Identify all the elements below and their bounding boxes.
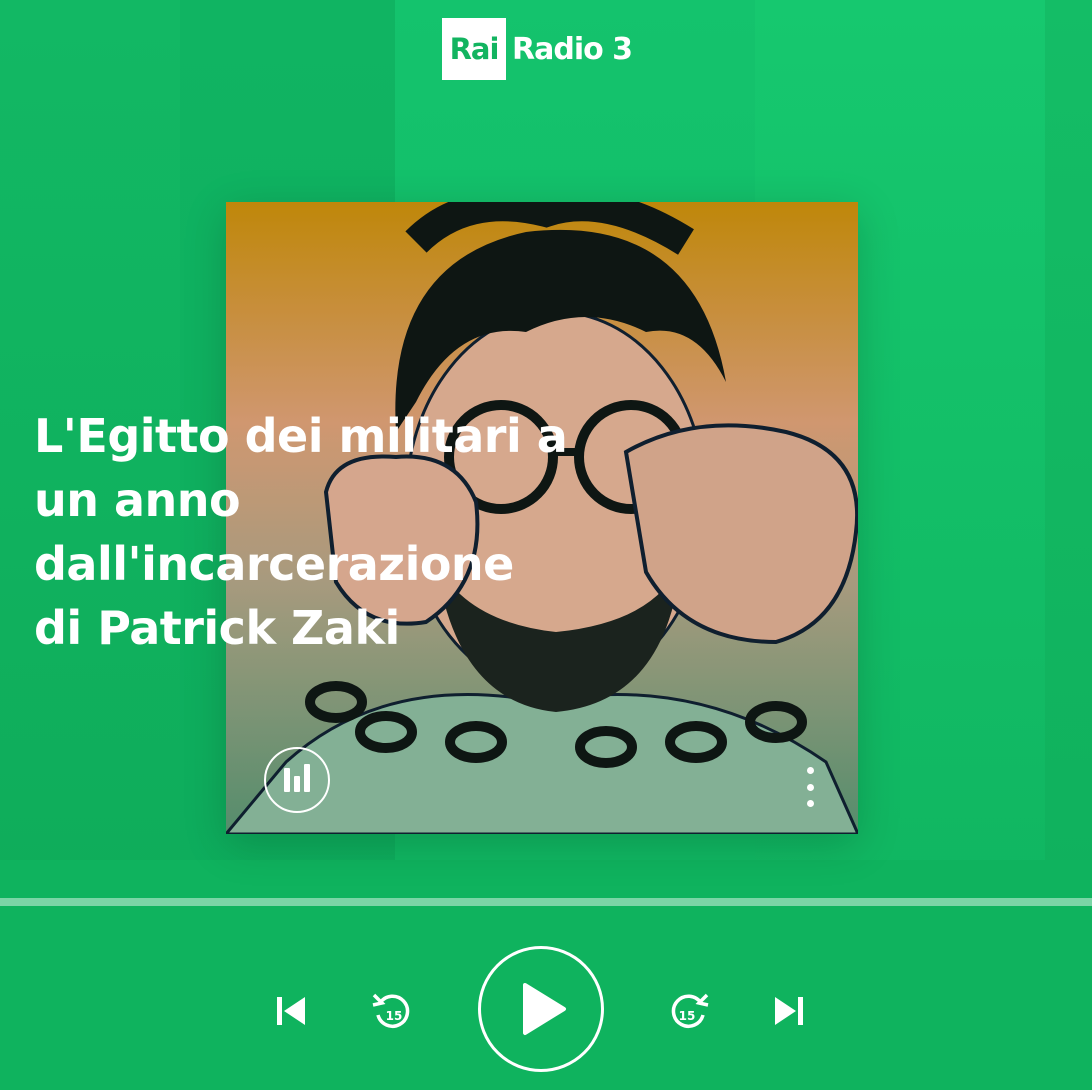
skip-next-icon: [775, 997, 803, 1025]
play-button[interactable]: [478, 946, 604, 1072]
equalizer-button[interactable]: [264, 747, 330, 813]
rai-radio3-logo[interactable]: Rai Radio 3: [442, 18, 633, 80]
more-vertical-icon: [806, 767, 814, 774]
episode-title-line: L'Egitto dei militari a: [34, 409, 568, 463]
forward-seconds-label: 15: [679, 1009, 696, 1023]
equalizer-icon: [304, 764, 310, 792]
more-vertical-icon: [806, 783, 814, 791]
skip-previous-button[interactable]: [270, 990, 312, 1032]
rewind-15-button[interactable]: 15: [367, 986, 417, 1036]
forward-15-button[interactable]: 15: [664, 986, 714, 1036]
episode-title: L'Egitto dei militari a un anno dall'inc…: [34, 404, 634, 660]
more-vertical-icon: [806, 800, 814, 807]
skip-previous-icon: [277, 997, 305, 1025]
episode-title-line: un anno: [34, 473, 241, 527]
forward-15-icon: 15: [671, 993, 709, 1028]
playback-progress-bar[interactable]: [0, 898, 1092, 906]
skip-next-button[interactable]: [768, 990, 810, 1032]
more-options-button[interactable]: [798, 767, 822, 807]
episode-title-line: dall'incarcerazione: [34, 537, 514, 591]
rewind-15-icon: 15: [372, 993, 410, 1028]
rai-logo-box: Rai: [442, 18, 506, 80]
equalizer-icon: [294, 776, 300, 792]
episode-title-line: di Patrick Zaki: [34, 601, 400, 655]
play-icon: [523, 983, 566, 1035]
station-name: Radio 3: [512, 31, 633, 67]
equalizer-icon: [284, 768, 290, 792]
rewind-seconds-label: 15: [386, 1009, 403, 1023]
